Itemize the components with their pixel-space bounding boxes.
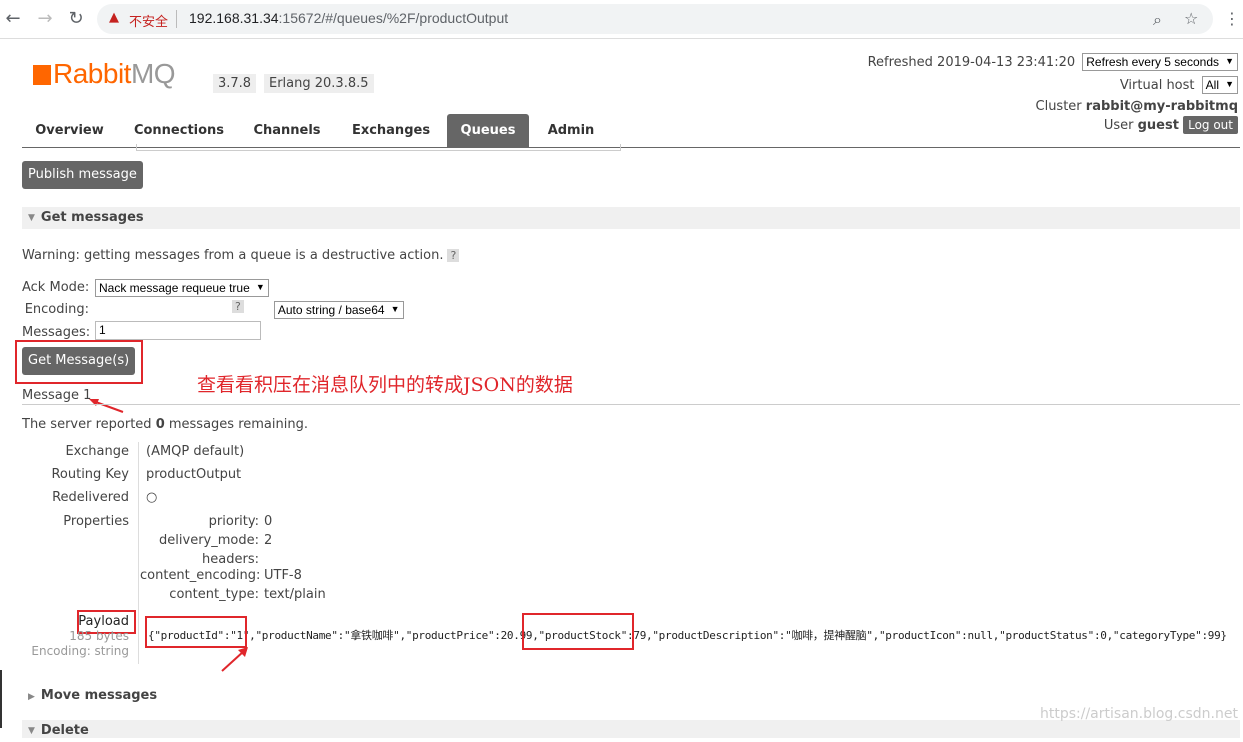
encoding-select[interactable]: Auto string / base64: [273, 301, 404, 319]
virtual-host-select[interactable]: All: [1201, 76, 1238, 94]
move-messages-header[interactable]: ▶ Move messages: [22, 688, 157, 703]
highlight-product-stock: [522, 613, 634, 650]
delete-header[interactable]: ▼ Delete: [22, 720, 1240, 738]
virtual-host-label: Virtual host: [1119, 78, 1195, 93]
prop-delivery-mode-key: delivery_mode:: [159, 533, 259, 548]
payload-json: {"productId":"1","productName":"拿铁咖啡","p…: [148, 629, 1227, 642]
message-divider: [22, 404, 1240, 405]
main-nav-tabs: Overview Connections Channels Exchanges …: [22, 114, 1240, 148]
warning-triangle-icon: ▲: [109, 10, 119, 25]
address-bar[interactable]: ▲ 不安全 192.168.31.34:15672/#/queues/%2F/p…: [97, 4, 1213, 34]
browser-toolbar: ← → ↻ ▲ 不安全 192.168.31.34:15672/#/queues…: [0, 0, 1243, 39]
annotation-arrow-2: [221, 647, 248, 672]
redelivered-value: ○: [146, 490, 158, 505]
server-reported-text: The server reported 0 messages remaining…: [22, 417, 308, 432]
rabbitmq-logo: RabbitMQ: [33, 58, 176, 90]
tab-queues[interactable]: Queues: [447, 114, 529, 147]
payload-encoding: Encoding: string: [31, 644, 129, 658]
collapse-triangle-icon: ▼: [28, 726, 35, 736]
tab-channels[interactable]: Channels: [242, 114, 332, 147]
virtual-host-row: Virtual host All: [1120, 76, 1238, 94]
redelivered-label: Redelivered: [52, 490, 129, 505]
window-edge: [0, 670, 2, 728]
refresh-bar: Refreshed 2019-04-13 23:41:20 Refresh ev…: [868, 53, 1238, 71]
expand-triangle-icon: ▶: [28, 692, 35, 702]
back-arrow-icon[interactable]: ←: [2, 8, 24, 30]
tab-connections[interactable]: Connections: [123, 114, 235, 147]
refresh-select[interactable]: Refresh every 5 seconds: [1082, 53, 1238, 71]
zoom-icon[interactable]: ⌕: [1153, 10, 1162, 30]
message-title: Message 1: [22, 388, 92, 403]
reload-icon[interactable]: ↻: [65, 8, 87, 30]
get-messages-header[interactable]: ▼ Get messages: [22, 207, 1240, 229]
rabbit-logo-icon: [33, 65, 51, 85]
prop-delivery-mode-value: 2: [264, 533, 273, 548]
publish-message-button[interactable]: Publish message: [22, 161, 143, 189]
prop-priority-value: 0: [264, 514, 273, 529]
cluster-row: Cluster rabbit@my-rabbitmq: [1036, 99, 1239, 114]
cluster-value: rabbit@my-rabbitmq: [1085, 99, 1238, 114]
prop-priority-key: priority:: [208, 514, 259, 529]
bookmark-star-icon[interactable]: ☆: [1184, 9, 1198, 28]
tab-exchanges[interactable]: Exchanges: [342, 114, 440, 147]
forward-arrow-icon[interactable]: →: [34, 8, 56, 30]
watermark: https://artisan.blog.csdn.net: [1040, 706, 1238, 722]
exchange-label: Exchange: [65, 444, 129, 459]
help-button[interactable]: ?: [447, 249, 460, 262]
prop-headers-key: headers:: [202, 552, 259, 567]
prop-content-type-key: content_type:: [169, 587, 259, 602]
properties-label: Properties: [63, 514, 129, 529]
routing-key-value: productOutput: [146, 467, 242, 482]
prop-content-type-value: text/plain: [264, 587, 326, 602]
scrolled-input-edge: [136, 144, 621, 151]
payload-size: 185 bytes: [69, 629, 129, 643]
tab-overview[interactable]: Overview: [22, 114, 117, 147]
collapse-triangle-icon: ▼: [28, 213, 35, 223]
messages-count-input[interactable]: 1: [95, 321, 261, 340]
exchange-value: (AMQP default): [146, 444, 245, 459]
destructive-warning: Warning: getting messages from a queue i…: [22, 248, 460, 263]
highlight-get-button: [15, 340, 143, 384]
encoding-label: Encoding:: [24, 302, 89, 317]
encoding-help-button[interactable]: ?: [232, 300, 244, 313]
ack-mode-select[interactable]: Nack message requeue true: [95, 279, 269, 297]
version-badge: 3.7.8: [213, 74, 257, 93]
highlight-product-id: [145, 616, 247, 648]
erlang-badge: Erlang 20.3.8.5: [264, 74, 374, 93]
annotation-arrow-1: [89, 399, 124, 413]
refreshed-time: Refreshed 2019-04-13 23:41:20: [867, 55, 1076, 70]
prop-content-encoding-value: UTF-8: [264, 568, 302, 583]
address-separator: [176, 10, 177, 28]
menu-dots-icon[interactable]: ⋮: [1224, 9, 1240, 28]
url-text[interactable]: 192.168.31.34:15672/#/queues/%2F/product…: [189, 10, 508, 26]
annotation-text: 查看看积压在消息队列中的转成JSON的数据: [197, 374, 573, 396]
messages-label: Messages:: [22, 325, 91, 340]
details-divider: [138, 442, 139, 664]
ack-mode-label: Ack Mode:: [22, 280, 90, 295]
insecure-label: 不安全: [129, 15, 169, 30]
tab-admin[interactable]: Admin: [534, 114, 608, 147]
routing-key-label: Routing Key: [51, 467, 129, 482]
cluster-label: Cluster: [1035, 99, 1082, 114]
prop-content-encoding-key: content_encoding:: [140, 568, 261, 583]
